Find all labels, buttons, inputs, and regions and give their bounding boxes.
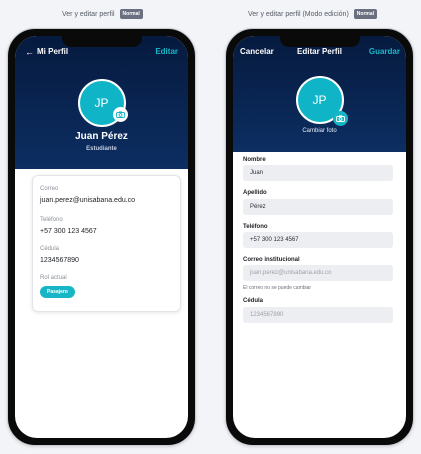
email-label: Correo [40, 186, 59, 192]
phone-input[interactable]: +57 300 123 4567 [243, 232, 393, 248]
caption-edit-profile: Ver y editar perfil (Modo edición) Norma… [248, 9, 378, 19]
phone-screen: ← Mi Perfil Editar JP Juan Pérez Estudia… [15, 36, 188, 438]
last-name-label: Apellido [243, 190, 267, 196]
email-note: El correo no se puede cambiar [243, 285, 312, 291]
role-label: Rol actual [40, 275, 67, 281]
avatar-initials: JP [94, 96, 109, 110]
caption-view-profile: Ver y editar perfil Normal [62, 9, 143, 19]
change-photo-link[interactable]: Cambiar foto [233, 128, 406, 134]
email-value: juan.perez@unisabana.edu.co [40, 197, 136, 204]
top-bar: Cancelar Editar Perfil Guardar [233, 46, 406, 58]
phone-frame-edit: Cancelar Editar Perfil Guardar JP Cambia… [225, 28, 414, 446]
id-label: Cédula [40, 246, 60, 252]
email-input: juan.perez@unisabana.edu.co [243, 265, 393, 281]
first-name-label: Nombre [243, 157, 266, 163]
profile-header: Cancelar Editar Perfil Guardar JP Cambia… [233, 36, 406, 152]
first-name-input[interactable]: Juan [243, 165, 393, 181]
id-input: 1234567890 [243, 307, 393, 323]
camera-icon-glyph [116, 111, 125, 118]
avatar-initials: JP [312, 93, 327, 107]
phone-label: Teléfono [40, 217, 63, 223]
id-label: Cédula [243, 298, 264, 304]
phone-notch [279, 36, 360, 47]
caption-text: Ver y editar perfil (Modo edición) [248, 10, 349, 18]
user-role: Estudiante [86, 146, 117, 152]
caption-badge: Normal [119, 9, 143, 19]
back-arrow-icon[interactable]: ← [25, 46, 34, 58]
phone-notch [61, 36, 142, 47]
last-name-input[interactable]: Pérez [243, 199, 393, 215]
phone-screen: Cancelar Editar Perfil Guardar JP Cambia… [233, 36, 406, 438]
phone-value: +57 300 123 4567 [40, 228, 97, 235]
user-name: Juan Pérez [75, 131, 128, 142]
page-title: Mi Perfil [37, 47, 69, 56]
edit-button[interactable]: Editar [155, 46, 178, 58]
profile-header: ← Mi Perfil Editar JP Juan Pérez Estudia… [15, 36, 188, 169]
camera-icon[interactable] [113, 107, 128, 122]
id-value: 1234567890 [40, 257, 79, 264]
caption-badge: Normal [353, 9, 378, 19]
email-label: Correo institucional [243, 257, 300, 263]
camera-icon[interactable] [333, 111, 348, 126]
save-button[interactable]: Guardar [369, 46, 400, 58]
caption-text: Ver y editar perfil [62, 10, 115, 18]
phone-label: Teléfono [243, 224, 268, 230]
phone-frame-view: ← Mi Perfil Editar JP Juan Pérez Estudia… [7, 28, 196, 446]
profile-info-card: Correo juan.perez@unisabana.edu.co Teléf… [32, 175, 181, 312]
camera-icon-glyph [336, 115, 345, 122]
role-badge: Pasajero [40, 286, 75, 298]
top-bar: ← Mi Perfil Editar [15, 46, 188, 58]
